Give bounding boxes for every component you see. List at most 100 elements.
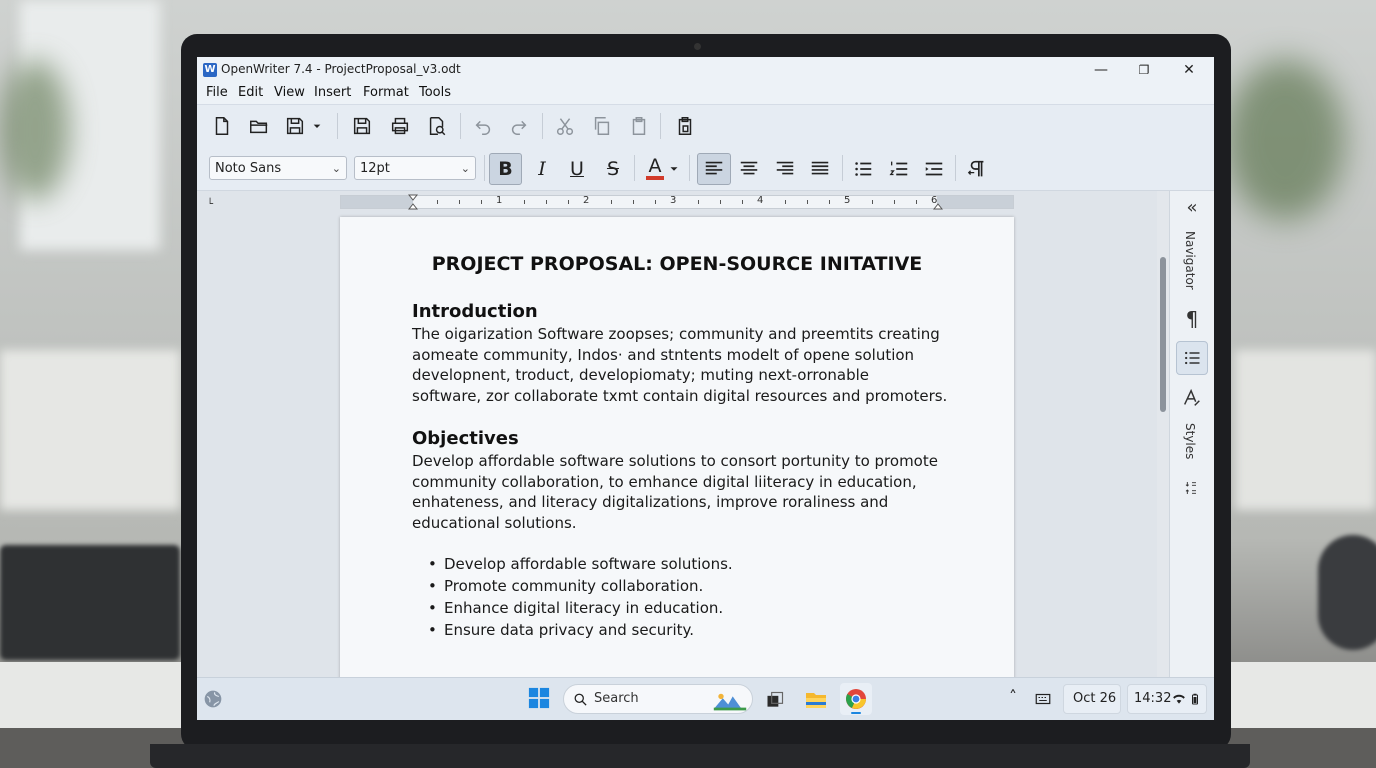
chrome-browser-icon[interactable] xyxy=(840,683,872,715)
toolbar-separator xyxy=(634,155,635,181)
document-page[interactable]: PROJECT PROPOSAL: OPEN-SOURCE INITATIVE … xyxy=(340,217,1014,687)
background-plant-left xyxy=(0,60,70,200)
save-dropdown-chevron-icon[interactable] xyxy=(309,112,325,140)
bold-button[interactable]: B xyxy=(489,153,522,185)
toolbar-separator xyxy=(337,113,338,139)
taskbar-search-input[interactable]: Search xyxy=(563,684,753,714)
print-icon[interactable] xyxy=(386,112,414,140)
save-icon[interactable] xyxy=(281,112,309,140)
widgets-globe-icon[interactable] xyxy=(203,689,223,709)
ruler-tick xyxy=(481,200,482,204)
menu-file[interactable]: File xyxy=(206,85,228,100)
ruler-tick xyxy=(568,200,569,204)
font-color-dropdown-chevron-icon[interactable] xyxy=(667,155,681,183)
copy-icon[interactable] xyxy=(588,112,616,140)
ruler-tick xyxy=(546,200,547,204)
minimize-button[interactable]: — xyxy=(1084,59,1118,81)
objectives-paragraph: Develop affordable software solutions to… xyxy=(412,451,952,533)
objectives-heading: Objectives xyxy=(412,428,519,449)
clock-and-status-button[interactable]: 14:32 xyxy=(1127,684,1207,714)
right-indent-marker-icon[interactable] xyxy=(933,194,943,210)
font-name-select[interactable]: Noto Sans ⌄ xyxy=(209,156,347,180)
redo-icon[interactable] xyxy=(505,112,533,140)
font-size-select[interactable]: 12pt ⌄ xyxy=(354,156,476,180)
strikethrough-button[interactable]: S xyxy=(599,155,627,183)
sidebar-tab-styles[interactable]: Styles xyxy=(1183,423,1197,459)
underline-button[interactable]: U xyxy=(563,155,591,183)
strikethrough-label: S xyxy=(606,158,620,180)
menu-bar: File Edit View Insert Format Tools xyxy=(197,82,1214,104)
restore-button[interactable]: ❐ xyxy=(1127,59,1161,81)
sort-icon[interactable] xyxy=(1176,475,1208,506)
close-button[interactable]: ✕ xyxy=(1172,59,1206,81)
start-menu-icon[interactable] xyxy=(527,686,551,710)
ruler-tick xyxy=(698,200,699,204)
list-styles-icon[interactable] xyxy=(1176,341,1208,375)
justify-icon[interactable] xyxy=(806,155,834,183)
new-document-icon[interactable] xyxy=(208,112,236,140)
menu-tools[interactable]: Tools xyxy=(419,85,451,100)
paragraph-direction-icon[interactable] xyxy=(963,155,991,183)
underline-label: U xyxy=(570,158,584,180)
font-color-button[interactable]: A xyxy=(641,154,669,182)
background-plant-right xyxy=(1225,60,1345,220)
search-icon xyxy=(574,693,587,706)
toolbar-separator xyxy=(842,155,843,181)
menu-edit[interactable]: Edit xyxy=(238,85,263,100)
introduction-paragraph: The oigarization Software zoopses; commu… xyxy=(412,324,952,406)
collapse-sidebar-icon[interactable]: « xyxy=(1176,197,1208,218)
active-app-indicator xyxy=(851,712,861,714)
search-placeholder: Search xyxy=(594,691,639,706)
date-button[interactable]: Oct 26 xyxy=(1063,684,1121,714)
save-as-icon[interactable] xyxy=(348,112,376,140)
bulleted-list-icon[interactable] xyxy=(849,155,877,183)
paragraph-line: The oigarization Software zoopses; commu… xyxy=(412,325,940,343)
ruler-right-margin xyxy=(937,196,1013,208)
ruler-tick xyxy=(872,200,873,204)
taskbar: Search ˄ Oct 26 14:32 xyxy=(197,677,1214,720)
undo-icon[interactable] xyxy=(469,112,497,140)
scrollbar-thumb[interactable] xyxy=(1160,257,1166,412)
font-color-label: A xyxy=(648,155,662,177)
battery-icon xyxy=(1192,693,1198,705)
italic-button[interactable]: I xyxy=(528,155,556,183)
file-explorer-icon[interactable] xyxy=(803,687,829,713)
background-keyboard xyxy=(0,545,180,660)
keyboard-layout-icon[interactable] xyxy=(1033,689,1053,709)
styles-icon[interactable] xyxy=(1176,387,1208,414)
search-highlight-icon xyxy=(713,693,747,711)
menu-view[interactable]: View xyxy=(274,85,305,100)
paragraph-line: aomeate community, Indos· and stntents m… xyxy=(412,345,915,364)
align-right-icon[interactable] xyxy=(771,155,799,183)
ruler-number: 5 xyxy=(844,195,851,206)
align-center-icon[interactable] xyxy=(735,155,763,183)
sidebar-tab-navigator[interactable]: Navigator xyxy=(1183,231,1197,290)
tab-stop-selector[interactable]: └ xyxy=(207,199,213,210)
paragraph-icon[interactable]: ¶ xyxy=(1176,307,1208,331)
paste-special-icon[interactable] xyxy=(671,112,699,140)
ruler-tick xyxy=(655,200,656,204)
task-view-icon[interactable] xyxy=(763,688,787,712)
cut-icon[interactable] xyxy=(551,112,579,140)
outline-list-icon[interactable] xyxy=(920,155,948,183)
ruler-tick xyxy=(807,200,808,204)
align-left-icon[interactable] xyxy=(697,153,731,185)
introduction-heading: Introduction xyxy=(412,301,538,322)
open-folder-icon[interactable] xyxy=(245,112,273,140)
paste-icon[interactable] xyxy=(625,112,653,140)
standard-toolbar xyxy=(197,104,1214,147)
paragraph-line: enhateness, and literacy digitalizations… xyxy=(412,493,889,511)
numbered-list-icon[interactable] xyxy=(885,155,913,183)
show-hidden-icons-chevron-icon[interactable]: ˄ xyxy=(1009,687,1017,706)
menu-insert[interactable]: Insert xyxy=(314,85,351,100)
indent-marker-icon[interactable] xyxy=(408,194,418,210)
document-title: PROJECT PROPOSAL: OPEN-SOURCE INITATIVE xyxy=(431,253,923,275)
ruler-left-margin xyxy=(341,196,413,208)
horizontal-ruler: 1 2 3 4 5 6 xyxy=(340,194,1014,210)
document-area: └ 1 2 3 4 5 6 PROJECT PROPOSAL: OPEN-SOU… xyxy=(197,191,1169,687)
menu-format[interactable]: Format xyxy=(363,85,409,100)
vertical-scrollbar[interactable] xyxy=(1157,191,1169,677)
ruler-number: 1 xyxy=(496,195,503,206)
print-preview-icon[interactable] xyxy=(423,112,451,140)
list-item: Promote community collaboration. xyxy=(428,575,733,597)
